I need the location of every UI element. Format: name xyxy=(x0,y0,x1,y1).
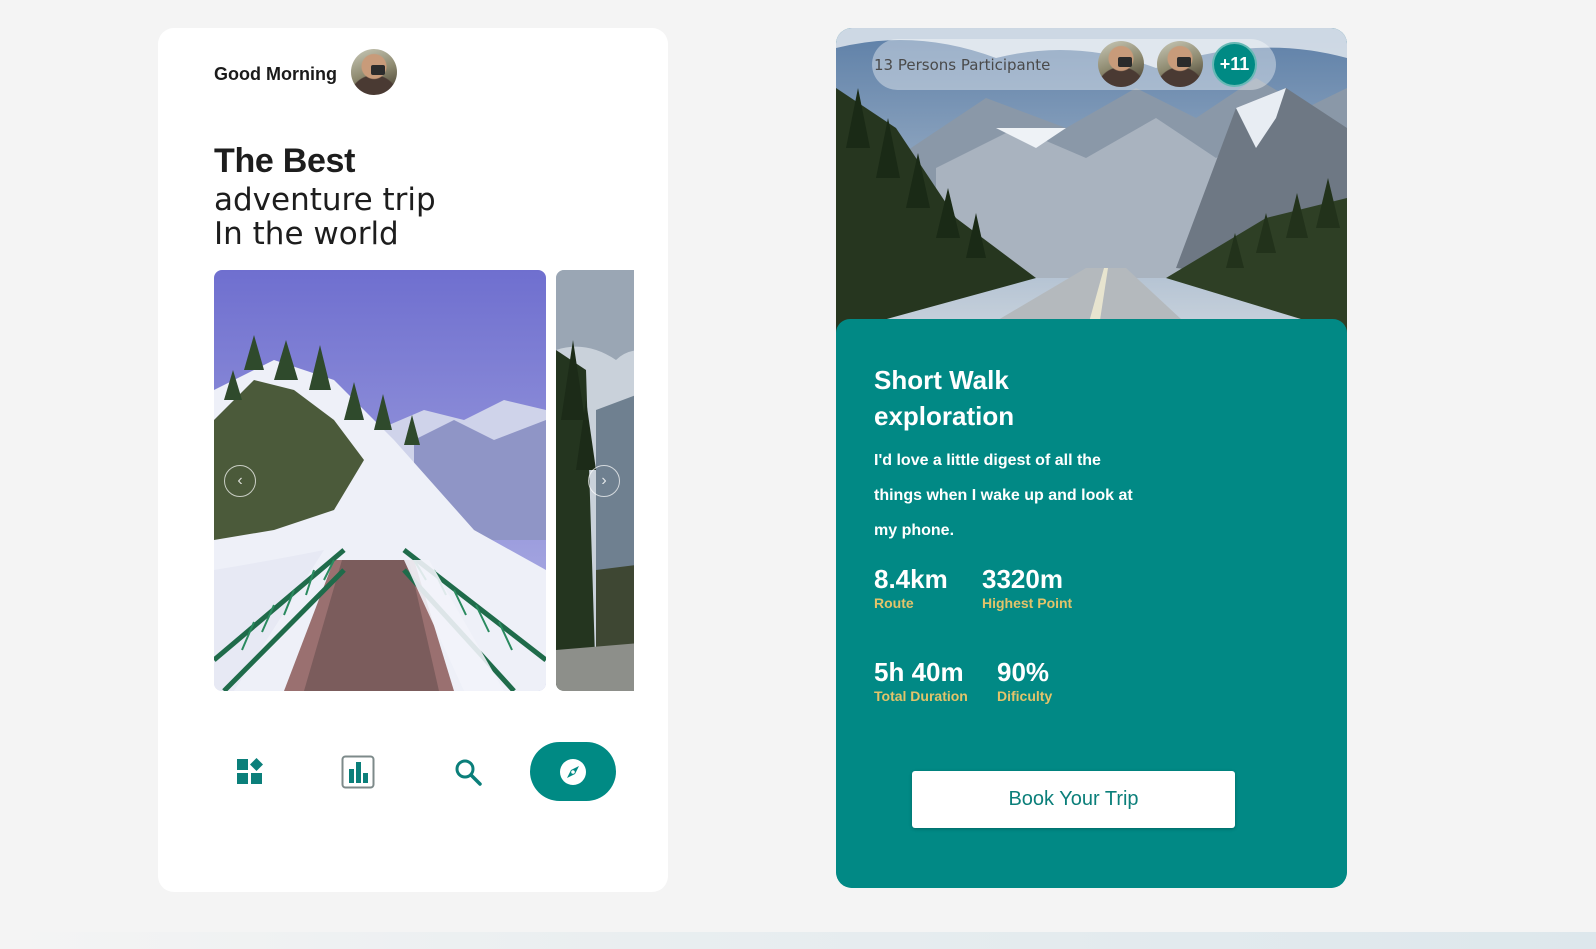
participant-avatar[interactable] xyxy=(1098,41,1144,87)
trip-hero-image: 13 Persons Participante +11 xyxy=(836,28,1347,333)
participants-more-badge[interactable]: +11 xyxy=(1212,42,1257,87)
stat-duration-value: 5h 40m xyxy=(874,657,964,687)
greeting-text: Good Morning xyxy=(214,64,337,84)
bar-chart-icon xyxy=(341,755,375,789)
trip-title: Short Walk exploration xyxy=(874,365,1015,431)
carousel-next-icon[interactable]: › xyxy=(588,465,620,497)
bottom-navigation xyxy=(214,742,618,802)
user-avatar[interactable] xyxy=(351,49,397,95)
stat-highest-label: Highest Point xyxy=(982,595,1073,611)
nav-stats-button[interactable] xyxy=(322,742,394,802)
stat-total-duration: 5h 40m Total Duration xyxy=(874,657,968,704)
carousel-prev-icon[interactable]: ‹ xyxy=(224,465,256,497)
trip-description: I'd love a little digest of all the thin… xyxy=(874,452,1133,539)
destination-carousel[interactable]: ‹ › xyxy=(214,270,634,691)
headline-subtitle: adventure trip xyxy=(214,182,436,218)
compass-icon xyxy=(560,758,586,785)
headline-tagline: In the world xyxy=(214,216,399,252)
dashboard-icon xyxy=(237,758,263,784)
destination-image-snow-bridge[interactable]: ‹ xyxy=(214,270,546,691)
nav-dashboard-button[interactable] xyxy=(214,742,286,802)
search-icon xyxy=(455,759,482,786)
participants-pill[interactable]: 13 Persons Participante +11 xyxy=(872,39,1276,90)
trip-list-card: Good Morning The Best adventure trip In … xyxy=(158,28,668,892)
nav-explore-button[interactable] xyxy=(530,742,616,801)
nav-search-button[interactable] xyxy=(432,742,504,802)
participants-label: 13 Persons Participante xyxy=(874,56,1051,74)
book-trip-button[interactable]: Book Your Trip xyxy=(912,771,1235,828)
snow-bridge-photo xyxy=(214,270,546,691)
stat-route-label: Route xyxy=(874,595,914,611)
trip-info-panel: Short Walk exploration I'd love a little… xyxy=(836,319,1347,888)
stat-highest-point: 3320m Highest Point xyxy=(982,564,1072,611)
stat-difficulty-label: Dificulty xyxy=(997,688,1053,704)
stat-duration-label: Total Duration xyxy=(874,688,968,704)
headline-title: The Best xyxy=(214,142,356,180)
participant-avatar[interactable] xyxy=(1157,41,1203,87)
trip-detail-card: 13 Persons Participante +11 Short Walk e… xyxy=(836,28,1347,888)
stat-route: 8.4km Route xyxy=(874,564,948,611)
page-bottom-strip xyxy=(0,932,1596,949)
stat-difficulty: 90% Dificulty xyxy=(997,657,1052,704)
stat-difficulty-value: 90% xyxy=(997,657,1050,687)
stat-route-value: 8.4km xyxy=(874,564,948,594)
stat-highest-value: 3320m xyxy=(982,564,1063,594)
